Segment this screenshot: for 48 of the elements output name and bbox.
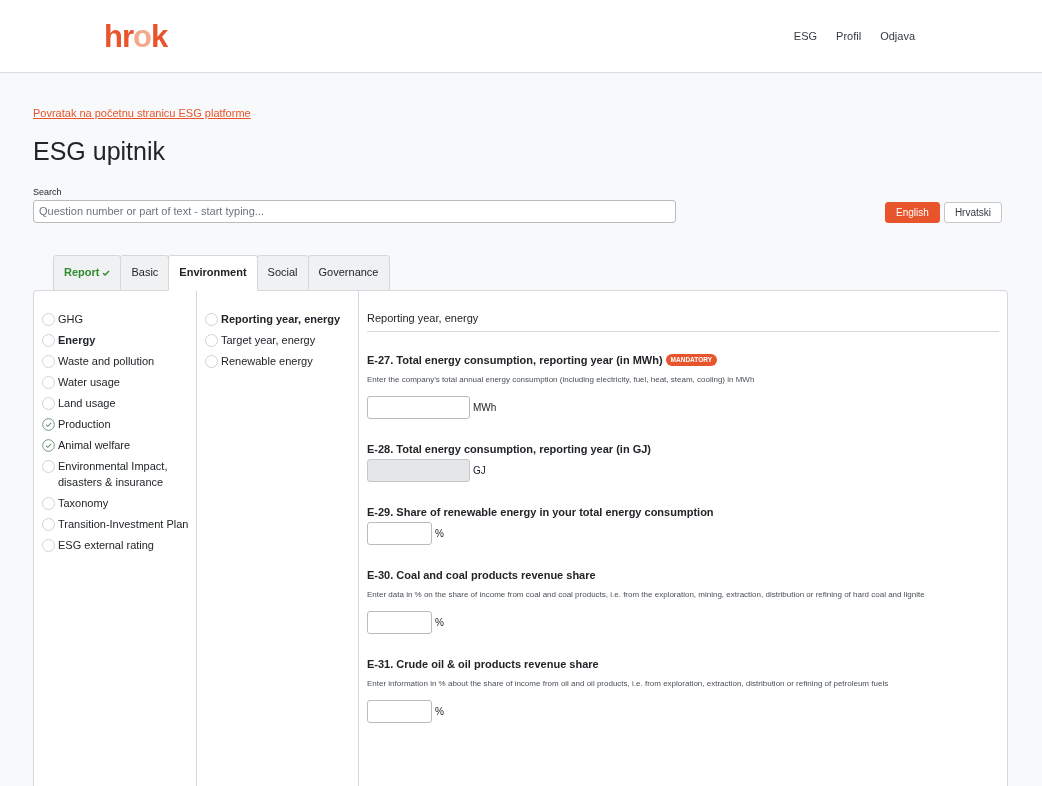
unit-label: % bbox=[435, 704, 444, 719]
section-link[interactable]: Water usage bbox=[58, 373, 120, 390]
section-link[interactable]: Transition-Investment Plan bbox=[58, 515, 189, 532]
language-button[interactable]: English bbox=[885, 201, 940, 223]
search-field[interactable]: Question number or part of text - start typing... bbox=[33, 199, 676, 223]
hrok-logo[interactable]: hrok bbox=[104, 20, 168, 52]
answer-field[interactable] bbox=[367, 395, 470, 419]
section-link[interactable]: Production bbox=[58, 415, 111, 432]
nav-link[interactable]: Odjava bbox=[880, 27, 915, 45]
search-label: Search bbox=[33, 185, 63, 198]
tab[interactable]: Report bbox=[53, 254, 122, 291]
answer-field[interactable] bbox=[367, 610, 432, 634]
check-icon bbox=[102, 268, 111, 277]
section-link[interactable]: Environmental Impact, disasters & insurance bbox=[58, 457, 196, 490]
section-link[interactable]: Target year, energy bbox=[221, 331, 316, 348]
question-description: Enter information in % about the share of income from oil and oil products, i.e. from exploration, extraction, distribution or refining of petroleum fuels bbox=[367, 678, 890, 689]
section-link[interactable]: Animal welfare bbox=[58, 436, 131, 453]
tab[interactable]: Basic bbox=[120, 254, 170, 291]
page-title: ESG upitnik bbox=[33, 135, 165, 166]
nav-link[interactable]: Profil bbox=[836, 27, 862, 45]
question-title: E-30. Coal and coal products revenue share bbox=[367, 567, 596, 583]
unit-label: MWh bbox=[473, 400, 497, 415]
section-link[interactable]: Energy bbox=[58, 331, 96, 348]
section-link[interactable]: Land usage bbox=[58, 394, 116, 411]
language-button[interactable]: Hrvatski bbox=[943, 201, 1002, 223]
question-title: E-28. Total energy consumption, reporting year (in GJ) bbox=[367, 441, 651, 457]
question-title: E-27. Total energy consumption, reporting year (in MWh) bbox=[367, 352, 663, 368]
answer-field[interactable] bbox=[367, 521, 432, 545]
section-link[interactable]: Renewable energy bbox=[221, 352, 313, 369]
question-title: E-29. Share of renewable energy in your total energy consumption bbox=[367, 504, 714, 520]
section-link[interactable]: Waste and pollution bbox=[58, 352, 155, 369]
unit-label: % bbox=[435, 615, 444, 630]
question-title: E-31. Crude oil & oil products revenue share bbox=[367, 656, 599, 672]
tab[interactable]: Environment bbox=[168, 254, 258, 291]
tab[interactable]: Social bbox=[256, 254, 309, 291]
question-description: Enter data in % on the share of income from coal and coal products, i.e. from the exploration, mining, extraction, distribution or refining of hard coal and lignite bbox=[367, 589, 926, 600]
section-link[interactable]: GHG bbox=[58, 310, 84, 327]
section-link[interactable]: Reporting year, energy bbox=[221, 310, 341, 327]
question-description: Enter the company's total annual energy consumption (including electricity, fuel, heat, steam, cooling) in MWh bbox=[367, 374, 756, 385]
section-link[interactable]: ESG external rating bbox=[58, 536, 154, 553]
tab[interactable]: Governance bbox=[307, 254, 390, 291]
nav-link[interactable]: ESG bbox=[793, 27, 818, 45]
section-title: Reporting year, energy bbox=[367, 310, 479, 325]
back-link[interactable]: Povratak na početnu stranicu ESG platforme bbox=[33, 105, 251, 122]
unit-label: % bbox=[435, 526, 444, 541]
unit-label: GJ bbox=[473, 463, 486, 478]
section-link[interactable]: Taxonomy bbox=[58, 494, 109, 511]
answer-field[interactable] bbox=[367, 699, 432, 723]
